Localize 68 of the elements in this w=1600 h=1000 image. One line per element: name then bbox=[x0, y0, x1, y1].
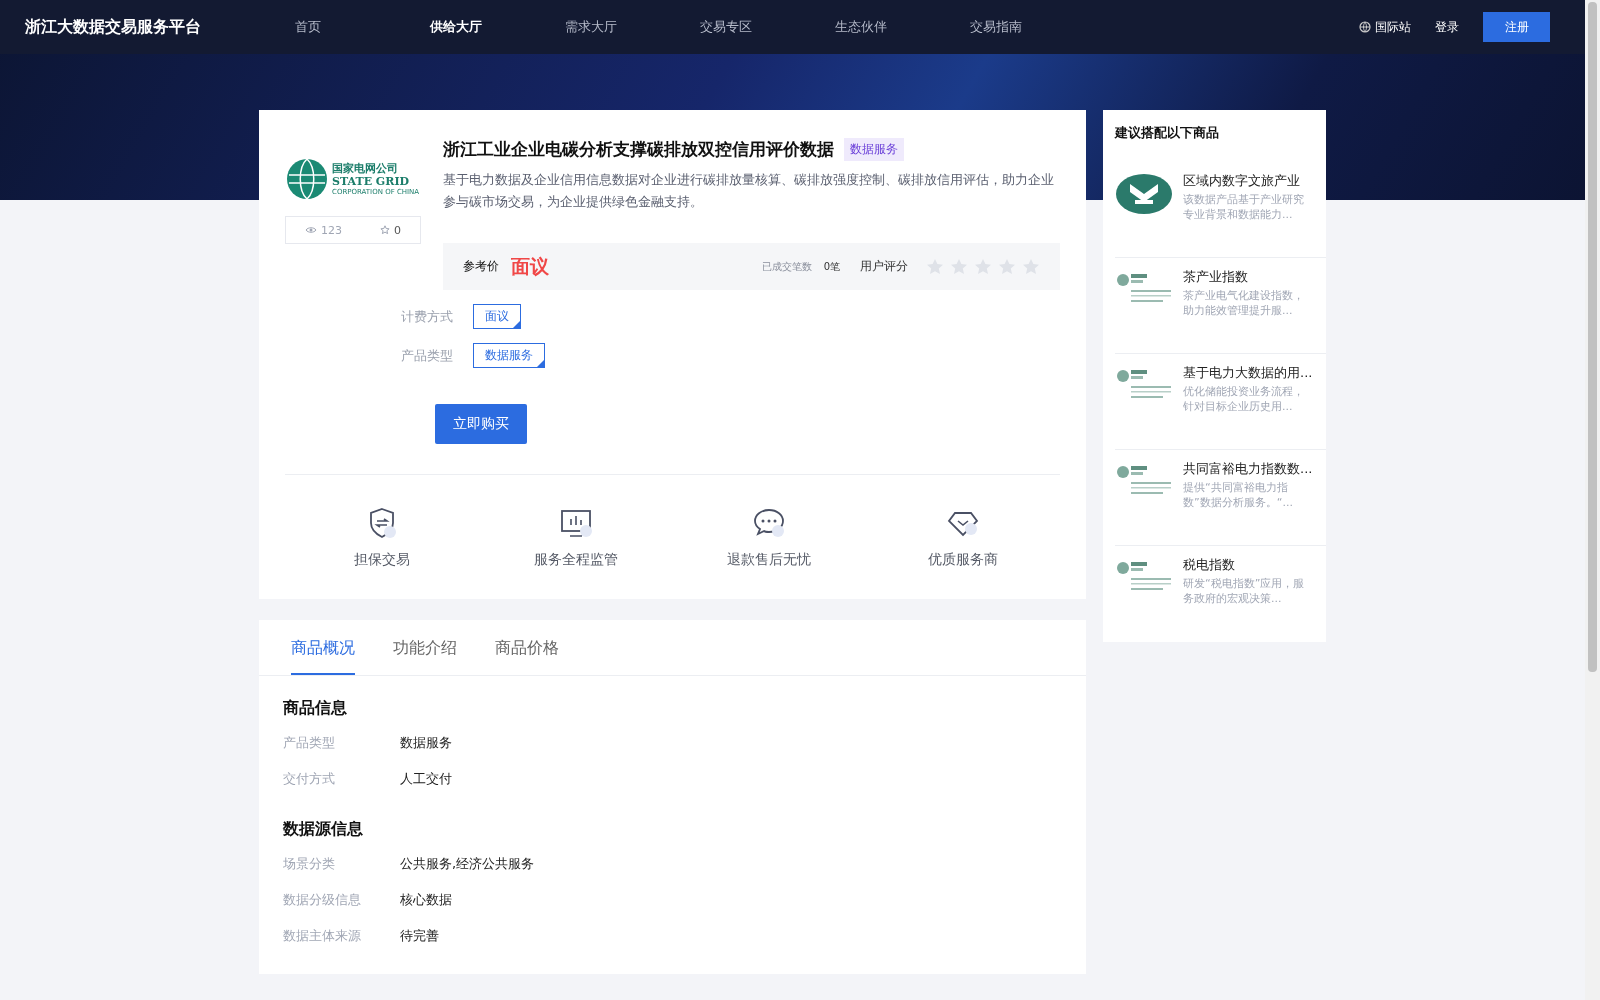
item-description: 提供“共同富裕电力指数”数据分析服务。“... bbox=[1183, 480, 1294, 510]
tab[interactable]: 商品价格 bbox=[495, 620, 559, 675]
product-title: 浙江工业企业电碳分析支撑碳排放双控信用评价数据 bbox=[443, 138, 834, 161]
rating-label: 用户评分 bbox=[860, 258, 908, 275]
item-title: 税电指数 bbox=[1183, 556, 1236, 573]
field-value: 核心数据 bbox=[400, 891, 452, 909]
globe-icon bbox=[285, 157, 329, 201]
deals-count: 0笔 bbox=[823, 259, 840, 274]
tab[interactable]: 功能介绍 bbox=[393, 620, 457, 675]
nav-link[interactable]: 需求大厅 bbox=[565, 18, 700, 36]
option-tag[interactable]: 数据服务 bbox=[473, 343, 545, 368]
nav-link[interactable]: 交易专区 bbox=[700, 18, 835, 36]
item-description: 研发“税电指数”应用，服务政府的宏观决策... bbox=[1183, 576, 1306, 606]
tab[interactable]: 商品概况 bbox=[291, 620, 355, 675]
item-description: 优化储能投资业务流程，针对目标企业历史用... bbox=[1183, 384, 1305, 414]
login-link[interactable]: 登录 bbox=[1435, 18, 1459, 36]
section-title: 数据源信息 bbox=[283, 819, 364, 840]
field-label: 数据主体来源 bbox=[283, 927, 362, 945]
section-title: 商品信息 bbox=[283, 698, 348, 719]
recommend-item[interactable]: 税电指数 研发“税电指数”应用，服务政府的宏观决策... bbox=[1115, 546, 1326, 642]
register-button[interactable]: 注册 bbox=[1483, 12, 1550, 42]
item-title: 共同富裕电力指数数... bbox=[1183, 460, 1314, 477]
logo-text: 国家电网公司 bbox=[332, 162, 399, 174]
product-description: 基于电力数据及企业信用信息数据对企业进行碳排放量核算、碳排放强度控制、碳排放信用评估，助力企业参与碳市场交易，为企业提供绿色金融支持。 bbox=[443, 171, 1055, 211]
site-title: 浙江大数据交易服务平台 bbox=[25, 16, 202, 38]
nav-link[interactable]: 交易指南 bbox=[970, 18, 1105, 36]
logo-text: STATE GRID bbox=[332, 175, 411, 187]
feature-label: 优质服务商 bbox=[928, 551, 999, 569]
field-label: 交付方式 bbox=[283, 770, 336, 788]
option-tag[interactable]: 面议 bbox=[473, 304, 521, 329]
deals-label: 已成交笔数 bbox=[761, 259, 812, 274]
field-value: 待完善 bbox=[400, 927, 439, 945]
feature-label: 服务全程监管 bbox=[533, 551, 618, 569]
round-logo-icon bbox=[1115, 172, 1173, 216]
panel-title: 建议搭配以下商品 bbox=[1115, 124, 1220, 142]
star-icon bbox=[380, 225, 390, 235]
recommend-item[interactable]: 区域内数字文旅产业 该数据产品基于产业研究专业背景和数据能力... bbox=[1115, 162, 1326, 258]
feature-label: 担保交易 bbox=[353, 551, 410, 569]
price-label: 参考价 bbox=[463, 258, 499, 275]
field-value: 人工交付 bbox=[400, 770, 452, 788]
field-label: 产品类型 bbox=[283, 734, 336, 752]
buy-button[interactable]: 立即购买 bbox=[435, 404, 527, 444]
item-title: 基于电力大数据的用... bbox=[1183, 364, 1314, 381]
field-label: 数据分级信息 bbox=[283, 891, 362, 909]
scrollbar[interactable] bbox=[1585, 0, 1600, 1000]
eye-icon bbox=[305, 226, 317, 234]
feature-label: 退款售后无忧 bbox=[727, 551, 812, 569]
intl-link[interactable]: 国际站 bbox=[1375, 18, 1411, 36]
recommend-item[interactable]: 茶产业指数 茶产业电气化建设指数，助力能效管理提升服... bbox=[1115, 258, 1326, 354]
price-value: 面议 bbox=[511, 253, 549, 279]
view-count: 123 bbox=[321, 223, 342, 237]
nav-link[interactable]: 生态伙伴 bbox=[835, 18, 970, 36]
option-label: 计费方式 bbox=[401, 307, 454, 326]
item-description: 该数据产品基于产业研究专业背景和数据能力... bbox=[1183, 192, 1305, 222]
favorite-count: 0 bbox=[394, 223, 401, 237]
field-value: 数据服务 bbox=[400, 734, 452, 752]
nav-link[interactable]: 供给大厅 bbox=[430, 18, 565, 36]
nav-link[interactable]: 首页 bbox=[295, 18, 430, 36]
globe-icon bbox=[1359, 21, 1371, 33]
item-title: 区域内数字文旅产业 bbox=[1183, 172, 1301, 189]
field-value: 公共服务,经济公共服务 bbox=[400, 855, 535, 873]
recommend-item[interactable]: 基于电力大数据的用... 优化储能投资业务流程，针对目标企业历史用... bbox=[1115, 354, 1326, 450]
category-badge: 数据服务 bbox=[844, 138, 904, 161]
item-description: 茶产业电气化建设指数，助力能效管理提升服... bbox=[1183, 288, 1305, 318]
field-label: 场景分类 bbox=[283, 855, 336, 873]
item-title: 茶产业指数 bbox=[1183, 268, 1249, 285]
recommend-item[interactable]: 共同富裕电力指数数... 提供“共同富裕电力指数”数据分析服务。“... bbox=[1115, 450, 1326, 546]
option-label: 产品类型 bbox=[401, 346, 454, 365]
